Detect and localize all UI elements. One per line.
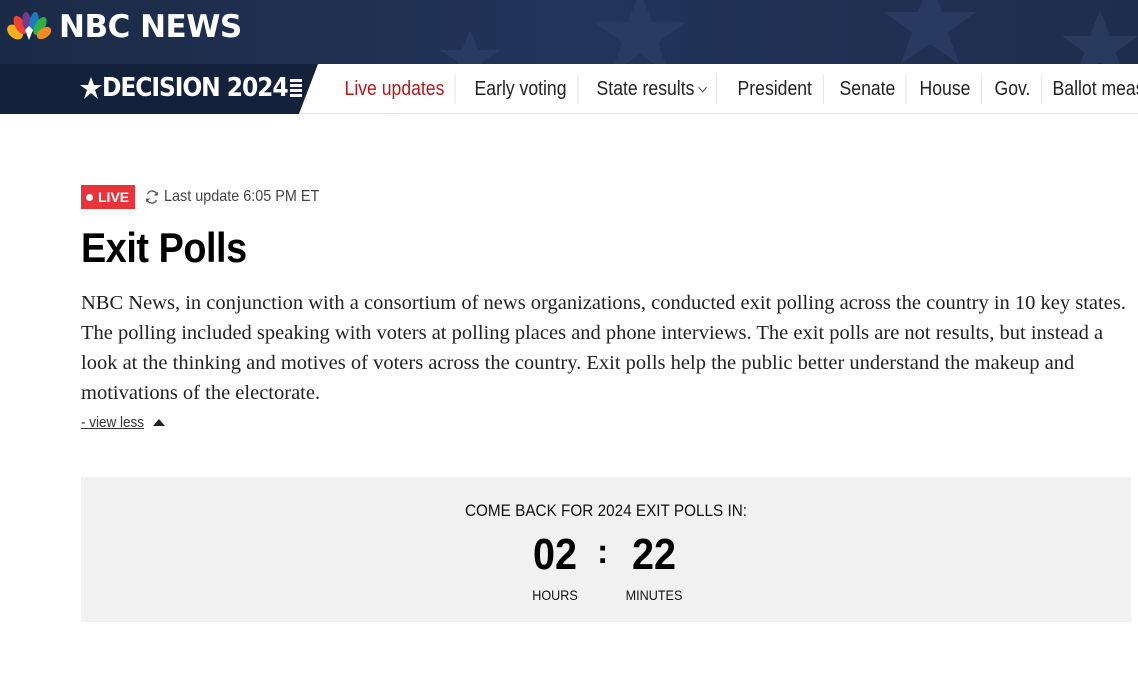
- status-row: LIVE Last update 6:05 PM ET: [81, 184, 1131, 210]
- decision-label: DECISION 2024: [102, 73, 289, 103]
- page-title: Exit Polls: [81, 224, 247, 271]
- live-label: LIVE: [98, 189, 130, 205]
- site-header: NBC NEWS: [0, 0, 1138, 64]
- peacock-icon: [7, 12, 51, 40]
- last-update-text: Last update 6:05 PM ET: [164, 188, 320, 205]
- live-dot-icon: [86, 193, 93, 201]
- exit-polls-countdown: COME BACK FOR 2024 EXIT POLLS IN: 02 HOU…: [81, 477, 1131, 622]
- countdown-minutes: 22 MINUTES: [614, 529, 694, 603]
- view-less-link[interactable]: - view less: [81, 414, 144, 431]
- countdown-heading: COME BACK FOR 2024 EXIT POLLS IN:: [464, 501, 748, 520]
- nav-house[interactable]: House: [909, 74, 982, 104]
- caret-up-icon: [153, 419, 166, 426]
- refresh-icon: [146, 190, 158, 204]
- nav-senate[interactable]: Senate: [829, 74, 907, 104]
- hours-value: 02: [532, 530, 578, 579]
- live-badge: LIVE: [81, 185, 136, 209]
- nav-live-updates[interactable]: Live updates: [334, 74, 456, 104]
- intro-paragraph: NBC News, in conjunction with a consorti…: [81, 292, 1126, 404]
- chevron-down-icon: [698, 82, 708, 93]
- nav-state-results-label: State results: [596, 78, 695, 100]
- decision-subnav: DECISION 2024 Live updates Early voting …: [0, 64, 1138, 114]
- main-content: LIVE Last update 6:05 PM ET Exit Polls N…: [81, 184, 1131, 431]
- view-less-toggle[interactable]: - view less: [81, 414, 1131, 431]
- nav-state-results[interactable]: State results: [586, 74, 718, 104]
- nbc-news-logo[interactable]: NBC NEWS: [7, 10, 242, 44]
- countdown-hours: 02 HOURS: [515, 529, 595, 603]
- countdown-separator: :: [597, 533, 609, 571]
- nav-president[interactable]: President: [727, 74, 824, 104]
- brand-name: NBC NEWS: [59, 8, 242, 45]
- decision-2024-tab[interactable]: DECISION 2024: [0, 64, 318, 114]
- flag-stripes-icon: [290, 79, 303, 97]
- minutes-value: 22: [631, 530, 677, 579]
- nav-ballot-measures[interactable]: Ballot measures: [1042, 74, 1138, 104]
- hours-label: HOURS: [532, 587, 578, 603]
- decision-2024-logo: DECISION 2024: [80, 72, 303, 104]
- nav-early-voting[interactable]: Early voting: [464, 74, 579, 104]
- nav-governor[interactable]: Gov.: [984, 74, 1042, 104]
- minutes-label: MINUTES: [625, 587, 683, 603]
- main-nav: Live updates Early voting State results …: [334, 74, 1138, 104]
- star-icon: [80, 77, 102, 99]
